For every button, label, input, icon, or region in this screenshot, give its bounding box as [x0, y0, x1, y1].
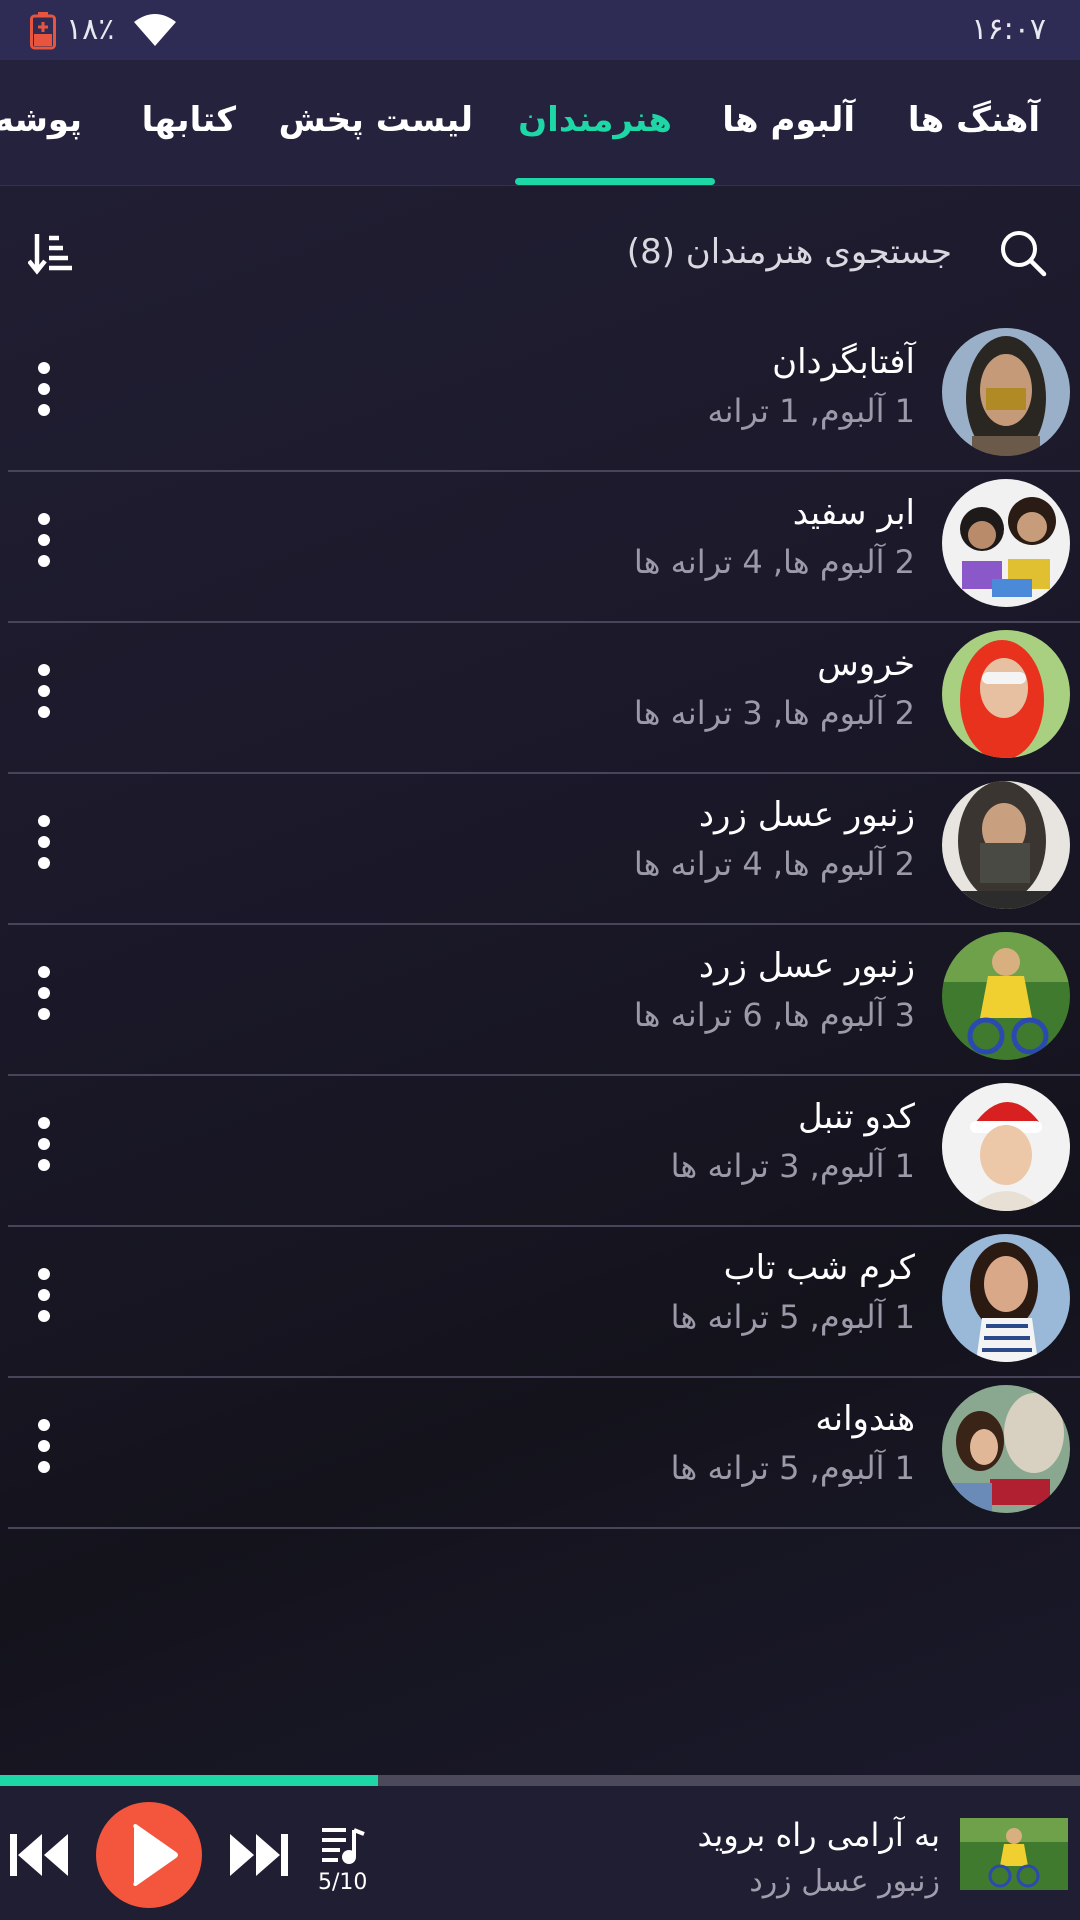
avatar [942, 1083, 1070, 1211]
tab-artists[interactable]: هنرمندان [518, 100, 672, 140]
tab-folders[interactable]: پوشه ه [0, 100, 82, 140]
more-options-icon[interactable] [38, 362, 50, 416]
artist-info: 1 آلبوم, 5 ترانه ها [670, 1298, 915, 1336]
status-clock: ١۶:٠٧ [971, 12, 1046, 47]
artist-name: هندوانه [815, 1399, 915, 1439]
artist-name: زنبور عسل زرد [698, 795, 915, 835]
active-tab-indicator [515, 178, 715, 185]
queue-icon[interactable] [320, 1826, 366, 1866]
search-icon[interactable] [998, 228, 1048, 278]
artist-name: ابر سفید [792, 493, 915, 533]
artist-name: آفتابگردان [772, 342, 915, 382]
wifi-icon [134, 14, 176, 46]
artist-name: کرم شب تاب [723, 1248, 915, 1288]
now-playing-title[interactable]: به آرامی راه بروید [698, 1816, 940, 1854]
list-item[interactable]: هندوانه 1 آلبوم, 5 ترانه ها [8, 1377, 1080, 1529]
artist-info: 3 آلبوم ها, 6 ترانه ها [633, 996, 915, 1034]
artist-info: 1 آلبوم, 1 ترانه [707, 392, 915, 430]
playback-progress-fill [0, 1775, 378, 1786]
list-item[interactable]: آفتابگردان 1 آلبوم, 1 ترانه [8, 320, 1080, 472]
list-item[interactable]: خروس 2 آلبوم ها, 3 ترانه ها [8, 622, 1080, 774]
artist-info: 1 آلبوم, 3 ترانه ها [670, 1147, 915, 1185]
more-options-icon[interactable] [38, 966, 50, 1020]
artist-info: 2 آلبوم ها, 4 ترانه ها [633, 845, 915, 883]
tab-books[interactable]: کتابها [142, 100, 236, 140]
more-options-icon[interactable] [38, 1419, 50, 1473]
play-button[interactable] [96, 1802, 202, 1908]
list-item[interactable]: زنبور عسل زرد 2 آلبوم ها, 4 ترانه ها [8, 773, 1080, 925]
artist-name: خروس [817, 644, 915, 684]
artist-info: 2 آلبوم ها, 4 ترانه ها [633, 543, 915, 581]
artist-name: زنبور عسل زرد [698, 946, 915, 986]
list-item[interactable]: ابر سفید 2 آلبوم ها, 4 ترانه ها [8, 471, 1080, 623]
playback-progress-bar[interactable] [0, 1775, 1080, 1786]
next-track-icon[interactable] [228, 1830, 290, 1880]
artist-info: 2 آلبوم ها, 3 ترانه ها [633, 694, 915, 732]
search-input[interactable]: جستجوی هنرمندان (8) [627, 232, 952, 272]
list-item[interactable]: کرم شب تاب 1 آلبوم, 5 ترانه ها [8, 1226, 1080, 1378]
avatar [942, 328, 1070, 456]
more-options-icon[interactable] [38, 1117, 50, 1171]
battery-percent: ١٨٪ [66, 12, 115, 47]
more-options-icon[interactable] [38, 815, 50, 869]
previous-track-icon[interactable] [8, 1830, 70, 1880]
now-playing-artist[interactable]: زنبور عسل زرد [749, 1864, 940, 1899]
artist-info: 1 آلبوم, 5 ترانه ها [670, 1449, 915, 1487]
tab-playlists[interactable]: لیست پخش [279, 100, 473, 140]
status-bar: ١٨٪ ١۶:٠٧ [0, 0, 1080, 60]
more-options-icon[interactable] [38, 664, 50, 718]
avatar [942, 630, 1070, 758]
now-playing-bar: به آرامی راه بروید زنبور عسل زرد 5/10 [0, 1786, 1080, 1920]
list-item[interactable]: کدو تنبل 1 آلبوم, 3 ترانه ها [8, 1075, 1080, 1227]
avatar [942, 781, 1070, 909]
tab-bar: آهنگ ها آلبوم ها هنرمندان لیست پخش کتابه… [0, 60, 1080, 186]
more-options-icon[interactable] [38, 1268, 50, 1322]
queue-position: 5/10 [318, 1870, 368, 1895]
more-options-icon[interactable] [38, 513, 50, 567]
battery-low-icon [30, 12, 56, 50]
tab-songs[interactable]: آهنگ ها [908, 100, 1040, 140]
avatar [942, 932, 1070, 1060]
now-playing-artwork[interactable] [960, 1818, 1068, 1890]
list-item[interactable]: زنبور عسل زرد 3 آلبوم ها, 6 ترانه ها [8, 924, 1080, 1076]
avatar [942, 479, 1070, 607]
avatar [942, 1234, 1070, 1362]
tab-albums[interactable]: آلبوم ها [722, 100, 855, 140]
sort-icon[interactable] [28, 230, 74, 276]
play-icon [133, 1824, 178, 1886]
avatar [942, 1385, 1070, 1513]
artist-name: کدو تنبل [798, 1097, 915, 1137]
